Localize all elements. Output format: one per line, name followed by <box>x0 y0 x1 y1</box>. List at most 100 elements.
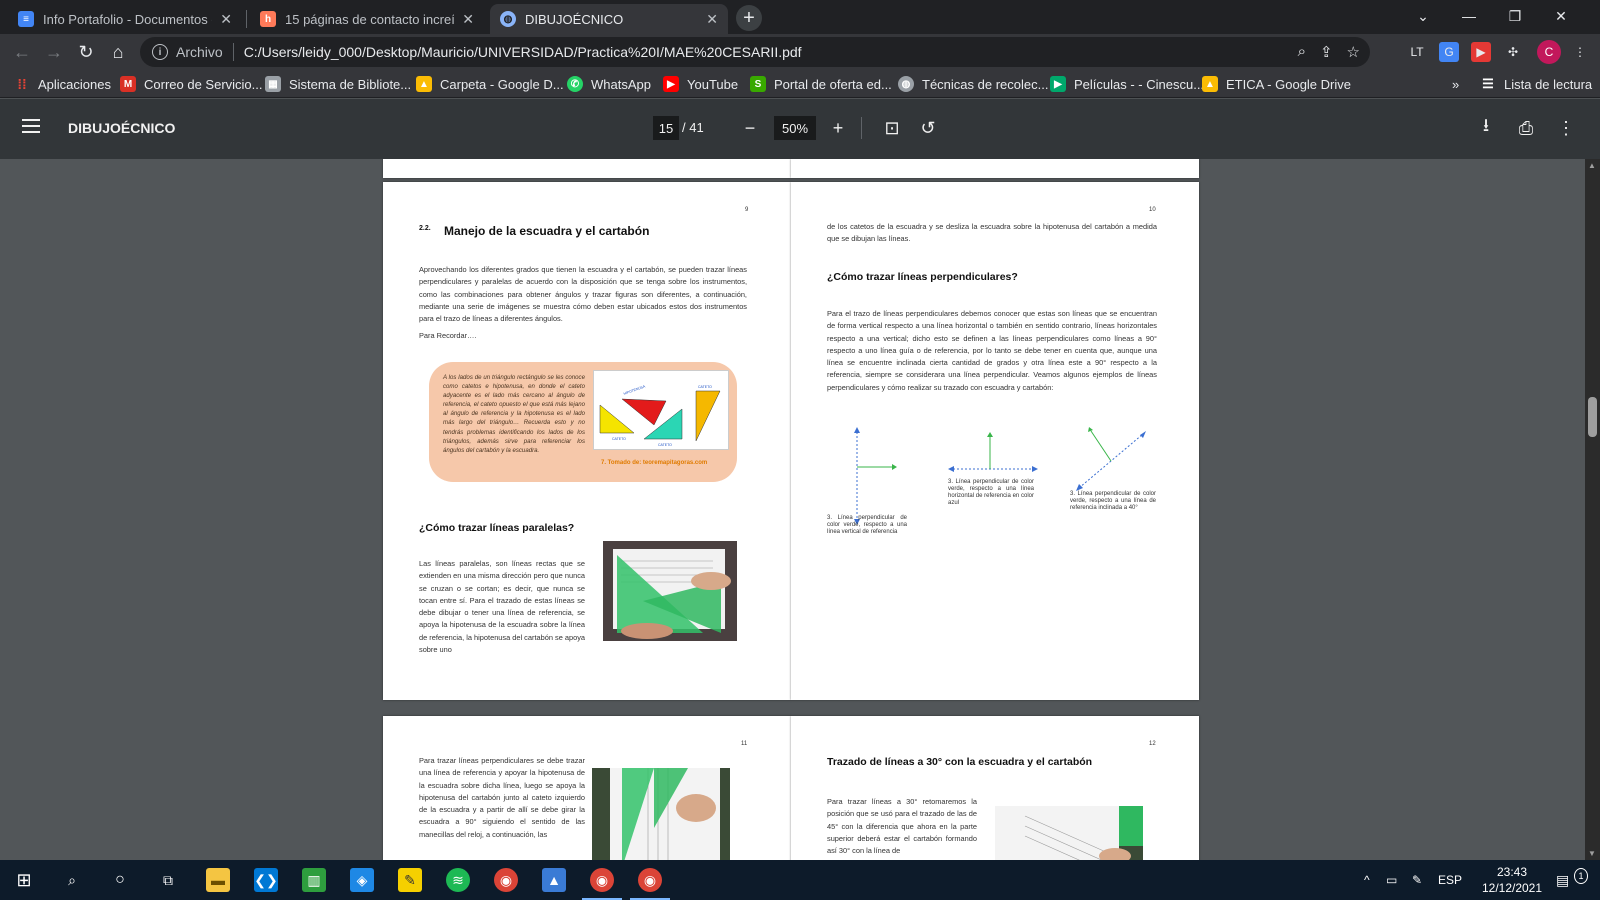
home-icon[interactable]: ⌂ <box>104 38 132 66</box>
sticky-notes-icon[interactable]: ✎ <box>398 868 422 892</box>
page-number: 12 <box>1149 741 1156 747</box>
reading-list-button[interactable]: ☰ Lista de lectura <box>1480 74 1592 94</box>
vscode-icon[interactable]: ❮❯ <box>254 868 278 892</box>
bookmark-peliculas[interactable]: ▶ Películas - - Cinescu... <box>1050 74 1204 94</box>
star-icon[interactable]: ☆ <box>1347 43 1360 61</box>
bookmark-portal-oferta[interactable]: S Portal de oferta ed... <box>750 74 892 94</box>
close-window-icon[interactable]: ✕ <box>1538 0 1584 32</box>
windows-start-icon[interactable]: ⊞ <box>12 868 36 892</box>
chrome-profile-c-icon[interactable]: ◉ <box>638 868 662 892</box>
sena-icon: S <box>750 76 766 92</box>
bookmark-label: Carpeta - Google D... <box>440 76 564 92</box>
info-icon[interactable]: i <box>152 44 168 60</box>
clock[interactable]: 23:43 12/12/2021 <box>1476 864 1548 896</box>
section-heading: Trazado de líneas a 30° con la escuadra … <box>827 756 1093 768</box>
bookmark-label: YouTube <box>687 76 739 92</box>
paragraph: Para trazar líneas perpendiculares se de… <box>419 756 585 839</box>
note-callout: A los lados de un triángulo rectángulo s… <box>429 362 737 482</box>
zoom-out-icon[interactable]: − <box>738 116 762 140</box>
url-text[interactable]: C:/Users/leidy_000/Desktop/Mauricio/UNIV… <box>244 44 802 60</box>
forward-icon[interactable]: → <box>40 38 68 66</box>
rotate-icon[interactable]: ↺ <box>916 116 940 140</box>
reading-list-label: Lista de lectura <box>1504 76 1593 92</box>
back-icon[interactable]: ← <box>8 38 36 66</box>
paragraph: Las líneas paralelas, son líneas rectas … <box>419 559 585 655</box>
pen-icon[interactable]: ✎ <box>1412 860 1422 900</box>
bookmarks-overflow-button[interactable]: » <box>1452 74 1459 94</box>
bookmark-label: Aplicaciones <box>38 76 111 92</box>
pdf-toolbar: DIBUJOÉCNICO 15 / 41 − 50% + ⊡ ↺ ⭳ ⎙ ⋮ <box>0 99 1600 159</box>
excel-icon[interactable]: ▥ <box>302 868 326 892</box>
language-indicator[interactable]: ESP <box>1438 860 1462 900</box>
pdf-page-previous <box>383 159 791 178</box>
tray-chevron-icon[interactable]: ^ <box>1364 860 1370 900</box>
page-total: / 41 <box>682 120 704 135</box>
extension-red-icon[interactable]: ▶ <box>1471 42 1491 62</box>
tab-strip: ≡ Info Portafolio - Documentos de ✕ h 15… <box>0 0 1600 34</box>
notifications-icon[interactable]: ▤ <box>1556 860 1569 900</box>
scroll-down-icon[interactable]: ▼ <box>1588 849 1596 858</box>
close-tab-icon[interactable]: ✕ <box>706 11 718 28</box>
extensions-puzzle-icon[interactable]: ✣ <box>1503 42 1523 62</box>
figure-caption: 3. Línea perpendicular de color verde, r… <box>827 515 907 535</box>
photos-icon[interactable]: ▲ <box>542 868 566 892</box>
profile-avatar[interactable]: C <box>1537 40 1561 64</box>
chrome-profile-icon[interactable]: ◉ <box>590 868 614 892</box>
download-icon[interactable]: ⭳ <box>1474 115 1498 140</box>
spotify-icon[interactable]: ≋ <box>446 868 470 892</box>
pdf-viewport[interactable]: 9 2.2. Manejo de la escuadra y el cartab… <box>0 159 1585 860</box>
address-bar[interactable]: i Archivo C:/Users/leidy_000/Desktop/Mau… <box>140 37 1370 67</box>
bookmark-label: WhatsApp <box>591 76 651 92</box>
menu-icon[interactable] <box>22 119 40 133</box>
bookmark-whatsapp[interactable]: ✆ WhatsApp <box>567 74 651 94</box>
reload-icon[interactable]: ↻ <box>72 38 100 66</box>
zoom-icon[interactable]: ⌕ <box>1298 43 1306 61</box>
bookmark-aplicaciones[interactable]: ⁞⁞ Aplicaciones <box>14 74 111 94</box>
fit-page-icon[interactable]: ⊡ <box>880 116 904 140</box>
bookmark-etica-drive[interactable]: ▲ ETICA - Google Drive <box>1202 74 1351 94</box>
bookmark-carpeta-drive[interactable]: ▲ Carpeta - Google D... <box>416 74 564 94</box>
bookmark-biblioteca[interactable]: ▦ Sistema de Bibliote... <box>265 74 411 94</box>
minimize-icon[interactable]: — <box>1446 0 1492 32</box>
scheme-label: Archivo <box>176 44 223 60</box>
cortana-icon[interactable]: ○ <box>108 868 132 892</box>
bookmarks-bar: ⁞⁞ Aplicaciones M Correo de Servicio... … <box>0 70 1600 98</box>
print-icon[interactable]: ⎙ <box>1514 116 1538 140</box>
more-actions-icon[interactable]: ⋮ <box>1554 116 1578 140</box>
chrome-icon[interactable]: ◉ <box>494 868 518 892</box>
task-view-icon[interactable]: ⧉ <box>156 868 180 892</box>
extension-lt-icon[interactable]: LT <box>1407 42 1427 62</box>
tab-title: 15 páginas de contacto increíble <box>285 11 455 27</box>
tab-paginas-contacto[interactable]: h 15 páginas de contacto increíble ✕ <box>250 4 484 34</box>
file-explorer-icon[interactable]: ▬ <box>206 868 230 892</box>
close-tab-icon[interactable]: ✕ <box>462 11 474 28</box>
close-tab-icon[interactable]: ✕ <box>220 11 232 28</box>
share-icon[interactable]: ⇪ <box>1320 43 1333 61</box>
youtube-icon: ▶ <box>663 76 679 92</box>
bookmark-youtube[interactable]: ▶ YouTube <box>663 74 738 94</box>
tab-info-portafolio[interactable]: ≡ Info Portafolio - Documentos de ✕ <box>8 4 242 34</box>
pdf-page-12: 12 Trazado de líneas a 30° con la escuad… <box>791 716 1199 860</box>
new-tab-button[interactable]: + <box>736 5 762 31</box>
google-translate-icon[interactable]: G <box>1439 42 1459 62</box>
more-menu-icon[interactable]: ⋮ <box>1570 42 1590 62</box>
restore-icon[interactable]: ❐ <box>1492 0 1538 32</box>
bookmark-tecnicas[interactable]: ◍ Técnicas de recolec... <box>898 74 1048 94</box>
zoom-in-icon[interactable]: + <box>826 116 850 140</box>
section-heading: Manejo de la escuadra y el cartabón <box>444 224 650 238</box>
app-icon[interactable]: ◈ <box>350 868 374 892</box>
page-number-input[interactable]: 15 <box>653 116 679 140</box>
browser-toolbar: ← → ↻ ⌂ i Archivo C:/Users/leidy_000/Des… <box>0 34 1600 70</box>
bookmark-correo[interactable]: M Correo de Servicio... <box>120 74 263 94</box>
tab-search-icon[interactable]: ⌄ <box>1400 0 1446 32</box>
note-text: A los lados de un triángulo rectángulo s… <box>443 374 585 454</box>
zoom-input[interactable]: 50% <box>774 116 816 140</box>
apps-grid-icon: ⁞⁞ <box>17 76 27 92</box>
search-icon[interactable]: ⌕ <box>60 868 84 892</box>
tab-separator <box>246 10 247 28</box>
network-icon[interactable]: ▭ <box>1386 860 1397 900</box>
scroll-up-icon[interactable]: ▲ <box>1588 161 1596 170</box>
scrollbar[interactable]: ▲ ▼ <box>1585 159 1600 860</box>
scroll-thumb[interactable] <box>1588 397 1597 437</box>
tab-dibujo-tecnico[interactable]: ◍ DIBUJOÉCNICO ✕ <box>490 4 728 34</box>
